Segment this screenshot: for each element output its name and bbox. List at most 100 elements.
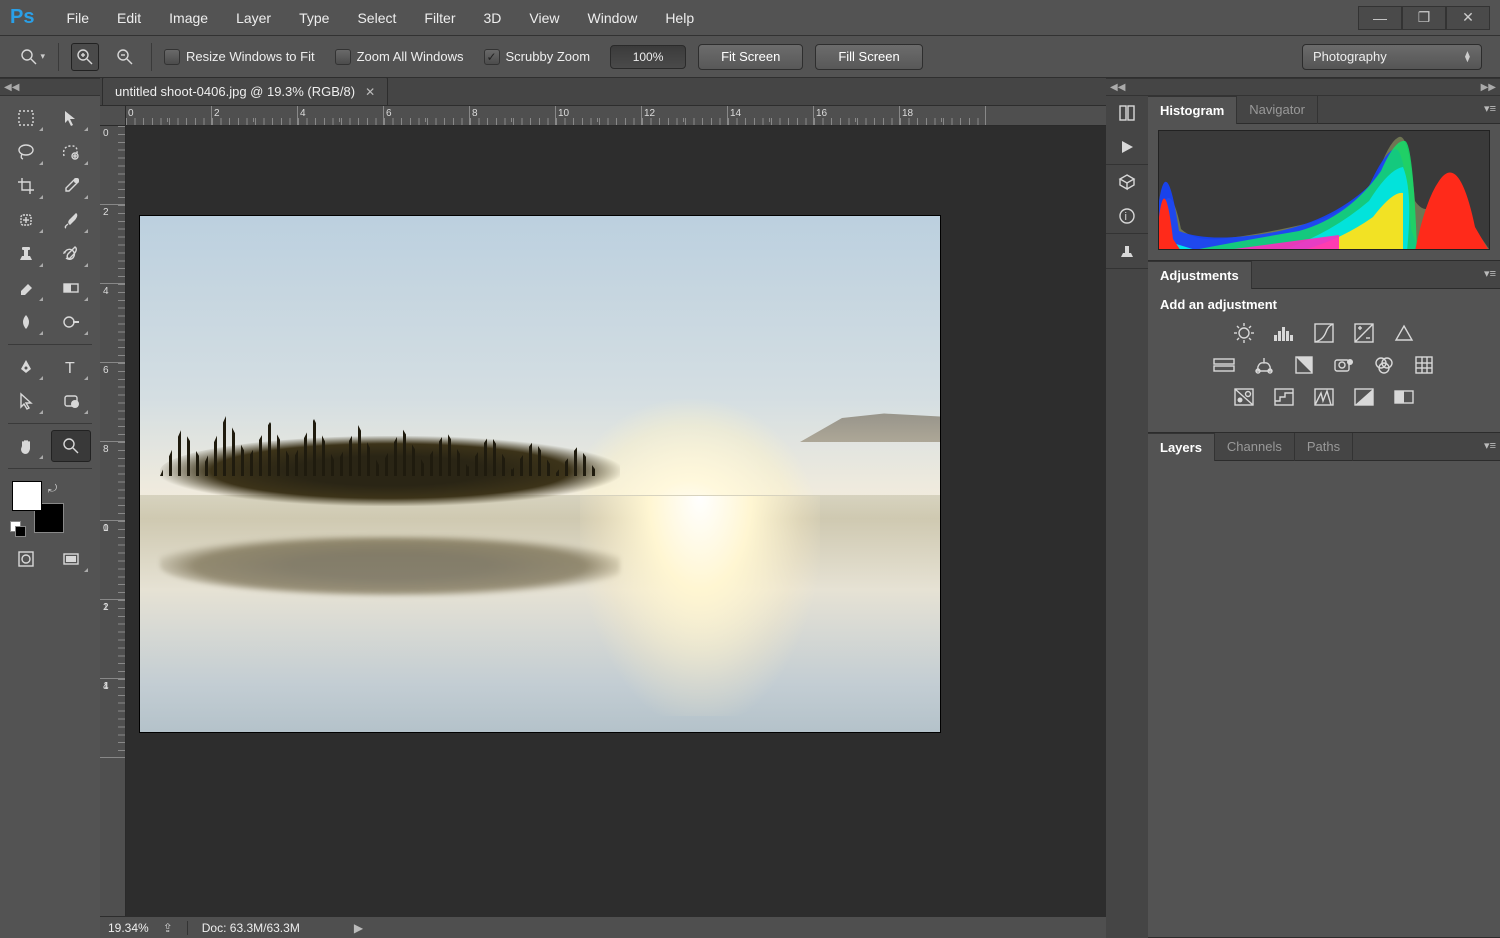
tab-adjustments[interactable]: Adjustments	[1148, 261, 1252, 289]
menu-help[interactable]: Help	[651, 0, 708, 36]
menu-view[interactable]: View	[515, 0, 573, 36]
tab-paths[interactable]: Paths	[1295, 433, 1353, 461]
color-balance-icon[interactable]	[1251, 354, 1277, 376]
window-min-button[interactable]: —	[1358, 6, 1402, 30]
menu-filter[interactable]: Filter	[410, 0, 469, 36]
menu-3d[interactable]: 3D	[470, 0, 516, 36]
tab-layers[interactable]: Layers	[1148, 433, 1215, 461]
clone-source-icon[interactable]	[1114, 240, 1140, 262]
close-tab-icon[interactable]: ✕	[365, 85, 375, 99]
curves-icon[interactable]	[1311, 322, 1337, 344]
mb-panel-icon[interactable]	[1114, 102, 1140, 124]
screen-mode-icon[interactable]	[51, 543, 91, 575]
menu-image[interactable]: Image	[155, 0, 222, 36]
color-lookup-icon[interactable]	[1411, 354, 1437, 376]
move-tool[interactable]	[51, 102, 91, 134]
zoom-tool[interactable]	[51, 430, 91, 462]
menu-select[interactable]: Select	[343, 0, 410, 36]
window-close-button[interactable]: ✕	[1446, 6, 1490, 30]
histogram-panel: Histogram Navigator ▾≡	[1148, 96, 1500, 261]
levels-icon[interactable]	[1271, 322, 1297, 344]
eyedropper-tool[interactable]	[51, 170, 91, 202]
quick-mask-icon[interactable]	[6, 543, 46, 575]
invert-icon[interactable]	[1231, 386, 1257, 408]
brightness-contrast-icon[interactable]	[1231, 322, 1257, 344]
layers-body[interactable]	[1148, 461, 1500, 937]
foreground-color-swatch[interactable]	[12, 481, 42, 511]
lasso-tool[interactable]	[6, 136, 46, 168]
zoom-in-icon[interactable]	[71, 43, 99, 71]
zoom-percent-field[interactable]: 100%	[610, 45, 686, 69]
zoom-out-icon[interactable]	[111, 43, 139, 71]
marquee-tool[interactable]	[6, 102, 46, 134]
fill-screen-button[interactable]: Fill Screen	[815, 44, 922, 70]
gradient-tool[interactable]	[51, 272, 91, 304]
posterize-icon[interactable]	[1271, 386, 1297, 408]
brush-tool[interactable]	[51, 204, 91, 236]
dodge-tool[interactable]	[51, 306, 91, 338]
pen-tool[interactable]	[6, 351, 46, 383]
app-logo: Ps	[10, 6, 34, 29]
info-panel-icon[interactable]: i	[1114, 205, 1140, 227]
panel-menu-icon[interactable]: ▾≡	[1484, 102, 1496, 115]
quick-select-tool[interactable]	[51, 136, 91, 168]
status-zoom[interactable]: 19.34%	[108, 921, 149, 935]
tab-channels[interactable]: Channels	[1215, 433, 1295, 461]
ruler-horizontal[interactable]: 024681012141618	[126, 106, 1106, 126]
blur-tool[interactable]	[6, 306, 46, 338]
menu-edit[interactable]: Edit	[103, 0, 155, 36]
3d-panel-icon[interactable]	[1114, 171, 1140, 193]
menu-type[interactable]: Type	[285, 0, 343, 36]
shape-tool[interactable]	[51, 385, 91, 417]
status-expand-icon[interactable]: ▶	[354, 921, 363, 935]
panel-menu-icon[interactable]: ▾≡	[1484, 267, 1496, 280]
scrubby-zoom-checkbox[interactable]: Scrubby Zoom	[484, 49, 591, 65]
fit-screen-button[interactable]: Fit Screen	[698, 44, 803, 70]
menu-window[interactable]: Window	[574, 0, 652, 36]
toolbox: ◀◀ T ⤾	[0, 78, 100, 938]
window-max-button[interactable]: ❐	[1402, 6, 1446, 30]
exposure-icon[interactable]	[1351, 322, 1377, 344]
photo-filter-icon[interactable]	[1331, 354, 1357, 376]
collapse-right-icon[interactable]: ▶▶	[1477, 82, 1500, 93]
ruler-vertical[interactable]: 02468101214	[100, 126, 126, 916]
threshold-icon[interactable]	[1311, 386, 1337, 408]
type-tool[interactable]: T	[51, 351, 91, 383]
black-white-icon[interactable]	[1291, 354, 1317, 376]
eraser-tool[interactable]	[6, 272, 46, 304]
workspace-dropdown[interactable]: Photography	[1302, 44, 1482, 70]
document-area: untitled shoot-0406.jpg @ 19.3% (RGB/8) …	[100, 78, 1106, 938]
swap-colors-icon[interactable]: ⤾	[48, 483, 57, 496]
document-tab[interactable]: untitled shoot-0406.jpg @ 19.3% (RGB/8) …	[102, 77, 388, 105]
status-doc-size[interactable]: Doc: 63.3M/63.3M	[202, 921, 300, 935]
panel-dock: ▶▶ Histogram Navigator ▾≡	[1148, 78, 1500, 938]
collapse-mid-icon[interactable]: ◀◀	[1106, 82, 1129, 93]
channel-mixer-icon[interactable]	[1371, 354, 1397, 376]
selective-color-icon[interactable]	[1351, 386, 1377, 408]
adjustments-panel: Adjustments ▾≡ Add an adjustment	[1148, 261, 1500, 433]
path-select-tool[interactable]	[6, 385, 46, 417]
collapse-left-icon[interactable]: ◀◀	[0, 82, 23, 93]
tool-preset-icon[interactable]: ▾	[18, 43, 46, 71]
hand-tool[interactable]	[6, 430, 46, 462]
tab-navigator[interactable]: Navigator	[1237, 96, 1318, 124]
history-brush-tool[interactable]	[51, 238, 91, 270]
crop-tool[interactable]	[6, 170, 46, 202]
panel-menu-icon[interactable]: ▾≡	[1484, 439, 1496, 452]
tab-histogram[interactable]: Histogram	[1148, 96, 1237, 124]
options-bar: ▾ Resize Windows to Fit Zoom All Windows…	[0, 36, 1500, 78]
hue-sat-icon[interactable]	[1211, 354, 1237, 376]
actions-play-icon[interactable]	[1114, 136, 1140, 158]
resize-windows-checkbox[interactable]: Resize Windows to Fit	[164, 49, 315, 65]
zoom-all-checkbox[interactable]: Zoom All Windows	[335, 49, 464, 65]
gradient-map-icon[interactable]	[1391, 386, 1417, 408]
menu-layer[interactable]: Layer	[222, 0, 285, 36]
clone-stamp-tool[interactable]	[6, 238, 46, 270]
ruler-origin[interactable]	[100, 106, 126, 126]
share-icon[interactable]: ⇪	[163, 921, 173, 935]
canvas-image[interactable]	[140, 216, 940, 732]
vibrance-icon[interactable]	[1391, 322, 1417, 344]
default-colors-icon[interactable]	[10, 521, 24, 535]
menu-file[interactable]: File	[52, 0, 103, 36]
spot-heal-tool[interactable]	[6, 204, 46, 236]
